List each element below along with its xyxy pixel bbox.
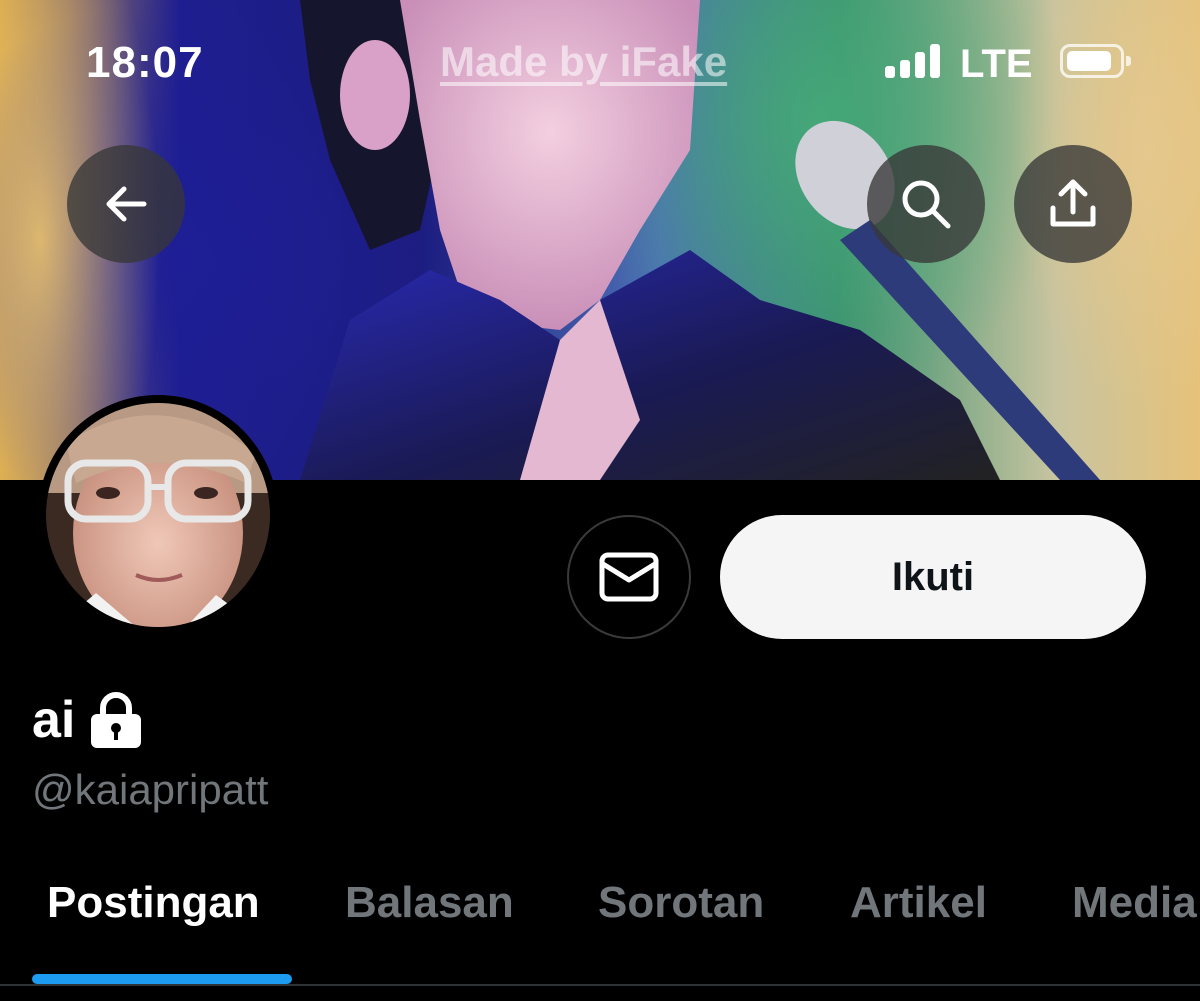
- envelope-icon: [599, 552, 659, 602]
- tab-artikel[interactable]: Artikel: [850, 878, 987, 928]
- search-icon: [902, 180, 951, 229]
- profile-tabs: Postingan Balasan Sorotan Artikel Media: [0, 870, 1200, 1001]
- profile-name-row: ai: [32, 690, 143, 750]
- tab-media[interactable]: Media: [1072, 878, 1197, 928]
- follow-button[interactable]: Ikuti: [720, 515, 1146, 639]
- status-time: 18:07: [86, 38, 204, 87]
- search-button[interactable]: [867, 145, 985, 263]
- tab-postingan[interactable]: Postingan: [47, 878, 260, 928]
- arrow-left-icon: [106, 186, 147, 222]
- back-button[interactable]: [67, 145, 185, 263]
- active-tab-indicator: [32, 974, 292, 984]
- profile-handle: @kaiapripatt: [32, 766, 269, 813]
- cellular-signal-icon: [885, 44, 945, 78]
- battery-icon: [1060, 44, 1131, 78]
- tab-balasan[interactable]: Balasan: [345, 878, 514, 928]
- avatar[interactable]: [38, 395, 278, 635]
- avatar-photo: [46, 403, 270, 627]
- watermark-text: Made by iFake: [440, 38, 728, 85]
- share-upload-icon: [1050, 179, 1096, 227]
- tab-sorotan[interactable]: Sorotan: [598, 878, 764, 928]
- status-bar: 18:07 Made by iFake LTE: [0, 0, 1200, 120]
- lock-icon: [91, 692, 142, 748]
- share-button[interactable]: [1014, 145, 1132, 263]
- network-type: LTE: [960, 42, 1033, 86]
- tabs-divider: [0, 984, 1200, 986]
- message-button[interactable]: [567, 515, 691, 639]
- display-name: ai: [32, 691, 76, 749]
